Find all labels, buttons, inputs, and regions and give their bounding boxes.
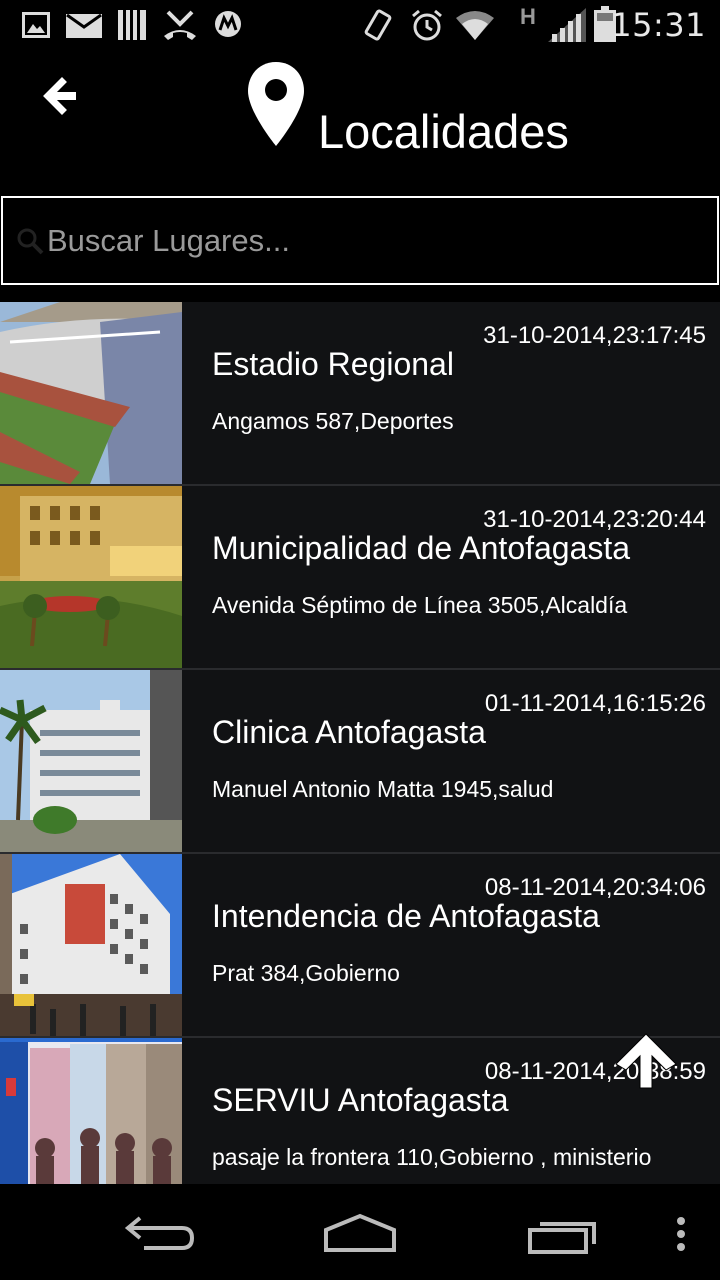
government-building-thumbnail xyxy=(0,854,182,1036)
stadium-thumbnail xyxy=(0,302,182,484)
mail-icon xyxy=(66,14,102,38)
city-hall-thumbnail xyxy=(0,486,182,668)
list-item[interactable]: 31-10-2014,23:17:45 Estadio Regional Ang… xyxy=(0,302,720,486)
missed-call-icon xyxy=(164,10,196,40)
vibrate-icon xyxy=(364,9,392,41)
item-name: Estadio Regional xyxy=(212,346,454,382)
location-pin-icon xyxy=(248,62,304,146)
item-name: Intendencia de Antofagasta xyxy=(212,898,600,934)
item-name: Municipalidad de Antofagasta xyxy=(212,530,631,566)
alarm-icon xyxy=(412,9,442,41)
image-icon xyxy=(22,12,50,38)
item-description: Manuel Antonio Matta 1945,salud xyxy=(212,776,554,802)
home-nav-icon[interactable] xyxy=(322,1212,398,1254)
wifi-icon xyxy=(456,11,494,40)
network-type-label: H xyxy=(520,4,536,29)
back-arrow-icon[interactable] xyxy=(36,70,88,122)
item-description: Prat 384,Gobierno xyxy=(212,960,400,986)
clock: 15:31 xyxy=(611,6,706,44)
overflow-menu-icon[interactable] xyxy=(674,1216,688,1252)
recents-nav-icon[interactable] xyxy=(526,1214,598,1254)
sd-card-icon xyxy=(118,10,146,40)
signal-icon xyxy=(548,8,586,42)
action-bar: Localidades xyxy=(0,50,720,196)
back-nav-icon[interactable] xyxy=(124,1214,196,1254)
list-item[interactable]: 01-11-2014,16:15:26 Clinica Antofagasta … xyxy=(0,670,720,854)
page-title: Localidades xyxy=(318,105,569,158)
item-name: Clinica Antofagasta xyxy=(212,714,486,750)
motorola-icon xyxy=(215,11,241,37)
item-description: pasaje la frontera 110,Gobierno , minist… xyxy=(212,1144,652,1170)
status-bar: H 15:31 xyxy=(0,0,720,50)
list-item[interactable]: 08-11-2014,20:34:06 Intendencia de Antof… xyxy=(0,854,720,1038)
search-bar[interactable] xyxy=(1,196,719,285)
item-description: Avenida Séptimo de Línea 3505,Alcaldía xyxy=(212,592,628,618)
search-input[interactable] xyxy=(47,218,687,264)
serviu-thumbnail xyxy=(0,1038,182,1184)
clinic-thumbnail xyxy=(0,670,182,852)
item-description: Angamos 587,Deportes xyxy=(212,408,454,434)
list-item[interactable]: 31-10-2014,23:20:44 Municipalidad de Ant… xyxy=(0,486,720,670)
search-icon xyxy=(17,228,44,255)
arrow-up-icon[interactable] xyxy=(612,1030,680,1094)
navigation-bar xyxy=(0,1184,720,1280)
